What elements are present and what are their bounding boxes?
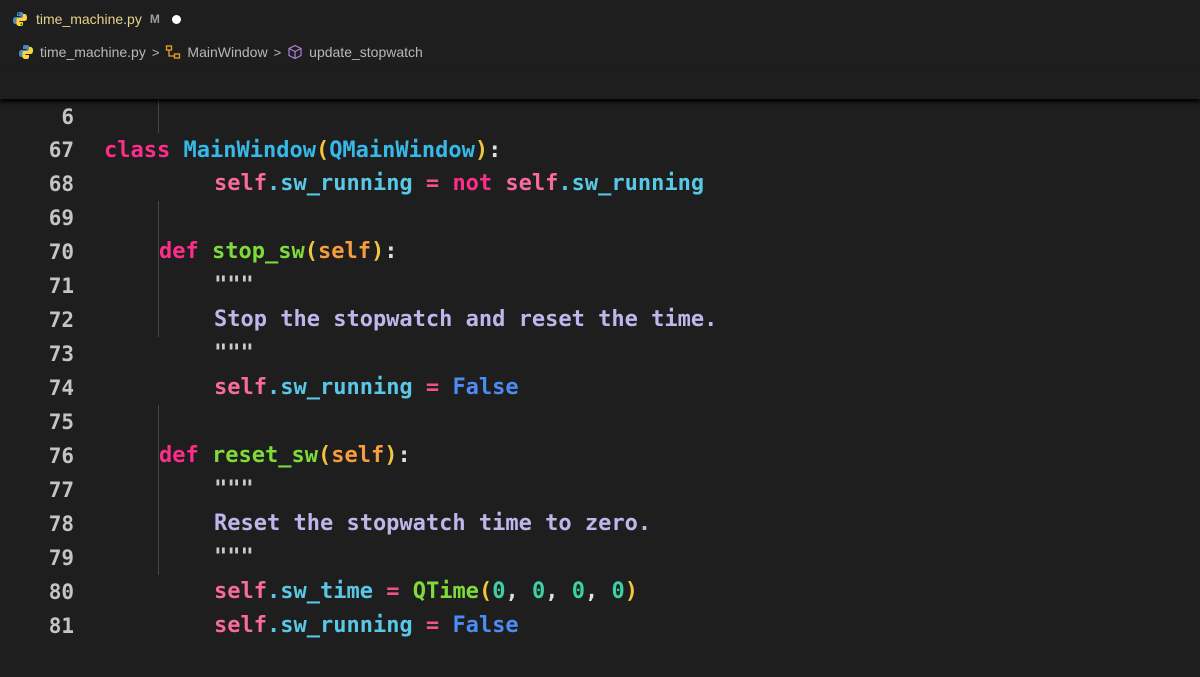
code-editor[interactable]: 67 self.sw_running = not self.sw_running… (0, 99, 1200, 638)
git-modified-badge: M (149, 12, 160, 26)
sticky-scroll-header[interactable]: 6 class MainWindow(QMainWindow): (0, 66, 1200, 163)
code-line-77: 77 Reset the stopwatch time to zero. (0, 439, 1200, 536)
code-line-81: 81 (0, 575, 1200, 638)
attribute-token: .sw_running (266, 613, 413, 638)
python-icon (19, 45, 33, 59)
chevron-right-icon: > (151, 44, 160, 60)
code-line-79: 79 self.sw_time = QTime(0, 0, 0, 0) (0, 507, 1200, 604)
line-number: 81 (48, 614, 74, 638)
paren-token: ( (315, 138, 330, 163)
code-line-73: 73 self.sw_running = False (0, 303, 1200, 400)
self-token: self (214, 613, 267, 638)
chevron-right-icon: > (273, 44, 282, 60)
line-number: 6 (61, 105, 74, 129)
breadcrumb-class-label: MainWindow (187, 44, 268, 60)
operator-token: = (412, 613, 453, 638)
code-line-70: 70 """ (0, 201, 1200, 298)
python-icon (13, 12, 27, 26)
breadcrumb-method[interactable]: update_stopwatch (287, 44, 423, 60)
boolean-token: False (452, 613, 519, 638)
breadcrumb-file[interactable]: time_machine.py (18, 44, 146, 60)
code-line: class MainWindow(QMainWindow): (104, 134, 501, 168)
colon-token: : (488, 138, 502, 163)
code-line-74: 74 (0, 337, 1200, 400)
code-line-71: 71 Stop the stopwatch and reset the time… (0, 235, 1200, 332)
tab-label: time_machine.py (36, 11, 142, 27)
keyword-token: class (104, 138, 171, 163)
code-line-69: 69 def stop_sw(self): (0, 167, 1200, 264)
breadcrumb-file-label: time_machine.py (40, 44, 146, 60)
code-line-76: 76 """ (0, 405, 1200, 502)
tab-time-machine[interactable]: time_machine.py M (0, 0, 196, 38)
breadcrumb: time_machine.py > MainWindow > update_st… (0, 38, 1200, 66)
class-name-token: MainWindow (183, 138, 316, 163)
breadcrumb-class[interactable]: MainWindow (165, 44, 268, 60)
class-symbol-icon (166, 45, 181, 59)
breadcrumb-method-label: update_stopwatch (309, 44, 423, 60)
unsaved-dot-icon[interactable] (171, 14, 181, 24)
code-line-67: 67 self.sw_running = not self.sw_running (0, 99, 1200, 196)
editor-tab-bar: time_machine.py M (0, 0, 1200, 38)
code-line-72: 72 """ (0, 269, 1200, 366)
paren-token: ) (474, 138, 489, 163)
base-class-token: QMainWindow (329, 138, 475, 163)
code-line-80: 80 self.sw_running = False (0, 541, 1200, 638)
method-cube-icon (288, 44, 302, 60)
code-line-78: 78 """ (0, 473, 1200, 570)
code-line-75: 75 def reset_sw(self): (0, 371, 1200, 468)
